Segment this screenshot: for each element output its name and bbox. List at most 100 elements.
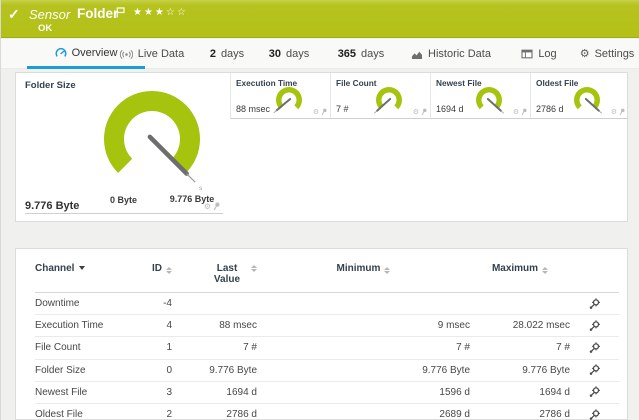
header-last-value[interactable]: Last Value xyxy=(172,263,257,285)
tab-live-data[interactable]: Live Data xyxy=(115,39,189,69)
panel-gear-icon[interactable]: ⚙ xyxy=(513,109,519,116)
folder-size-gauge-panel: Folder Size s 0 Byte 9.776 Byte 9.776 By… xyxy=(16,73,230,218)
sensor-status-text: OK xyxy=(38,23,53,34)
sensor-status-header: ✓ Sensor Folder ★★★☆☆ OK xyxy=(1,0,639,38)
gauge-icon xyxy=(55,47,67,59)
sensor-type-label: Sensor xyxy=(29,7,71,22)
channel-maximum: 9.776 Byte xyxy=(522,364,570,376)
panel-pin-icon[interactable] xyxy=(619,108,625,116)
sensor-title: Folder xyxy=(77,6,119,21)
gauge-title: Folder Size xyxy=(25,80,76,91)
folder-size-gauge xyxy=(104,90,200,183)
channel-last-value: 1694 d xyxy=(226,386,257,398)
channel-minimum: 1596 d xyxy=(439,386,470,398)
sort-desc-icon xyxy=(79,266,86,270)
channel-maximum: 28.022 msec xyxy=(512,320,570,332)
channel-table: Channel ID Last Value Minimum Maximum Do… xyxy=(35,257,619,420)
channel-name: File Count xyxy=(35,342,81,354)
channel-name: Execution Time xyxy=(35,320,104,332)
channel-name: Oldest File xyxy=(35,409,83,420)
panel-corner-icons[interactable]: ⚙ xyxy=(513,108,527,116)
gauge-value: 2786 d xyxy=(536,104,564,114)
gauge-value: 88 msec xyxy=(236,104,271,114)
channel-last-value: 88 msec xyxy=(219,320,257,332)
tab-label: Settings xyxy=(594,48,635,60)
tab-2-days[interactable]: 2 days xyxy=(204,39,250,69)
channel-minimum: 2689 d xyxy=(439,409,470,420)
tab-historic-data[interactable]: Historic Data xyxy=(407,39,495,69)
channel-settings-icon[interactable] xyxy=(589,342,601,354)
panel-pin-icon[interactable] xyxy=(521,108,527,116)
channel-table-card: Channel ID Last Value Minimum Maximum Do… xyxy=(15,248,628,420)
status-ok-check-icon: ✓ xyxy=(8,6,20,22)
channel-minimum: 7 # xyxy=(456,342,470,354)
table-row-file-count: File Count 1 7 # 7 # 7 # xyxy=(35,337,619,360)
tab-log[interactable]: Log xyxy=(515,39,563,69)
priority-flag-icon[interactable] xyxy=(116,5,125,23)
channel-name: Downtime xyxy=(35,298,80,310)
panel-corner-icons[interactable]: ⚙ xyxy=(611,108,625,116)
execution-time-gauge xyxy=(273,86,302,114)
panel-pin-icon[interactable] xyxy=(421,108,427,116)
priority-stars[interactable]: ★★★☆☆ xyxy=(133,7,188,18)
oldest-file-gauge-panel: Oldest File 2786 d ⚙ xyxy=(530,73,628,119)
tab-bar: Overview Live Data 2 days 30 days 365 da… xyxy=(1,39,639,69)
channel-last-value: 9.776 Byte xyxy=(209,364,257,376)
channel-id: 1 xyxy=(166,342,172,354)
tab-label: Live Data xyxy=(137,48,185,60)
channel-settings-icon[interactable] xyxy=(589,408,601,420)
log-icon xyxy=(521,49,533,59)
tab-number: 30 xyxy=(268,48,281,60)
tab-365-days[interactable]: 365 days xyxy=(332,39,390,69)
prtg-sensor-page: ✓ Sensor Folder ★★★☆☆ OK Overview Live D… xyxy=(0,0,639,420)
oldest-file-gauge xyxy=(574,86,603,114)
table-row-oldest-file: Oldest File 2 2786 d 2689 d 2786 d xyxy=(35,404,619,420)
channel-name: Folder Size xyxy=(35,364,86,376)
channel-id: 0 xyxy=(166,364,172,376)
execution-time-gauge-panel: Execution Time 88 msec ⚙ xyxy=(230,73,330,119)
gauge-needle-tip-marker: s xyxy=(199,185,203,192)
panel-gear-icon[interactable]: ⚙ xyxy=(611,109,617,116)
gear-icon: ⚙ xyxy=(579,47,590,60)
channel-minimum: 9.776 Byte xyxy=(422,364,470,376)
tab-number: 2 xyxy=(209,48,216,60)
panel-pin-icon[interactable] xyxy=(321,108,327,116)
channel-settings-icon[interactable] xyxy=(589,364,601,376)
tab-label: days xyxy=(361,48,385,60)
gauge-value: 1694 d xyxy=(436,104,464,114)
panel-gear-icon[interactable]: ⚙ xyxy=(413,109,419,116)
channel-id: -4 xyxy=(163,298,172,310)
channel-id: 2 xyxy=(166,409,172,420)
tab-30-days[interactable]: 30 days xyxy=(263,39,315,69)
tab-label: days xyxy=(220,48,245,60)
tab-number: 365 xyxy=(337,48,357,60)
channel-last-value: 7 # xyxy=(243,342,257,354)
channel-name: Newest File xyxy=(35,386,88,398)
table-row-folder-size: Folder Size 0 9.776 Byte 9.776 Byte 9.77… xyxy=(35,360,619,382)
header-id[interactable]: ID xyxy=(140,263,172,274)
panel-corner-icons[interactable]: ⚙ xyxy=(204,202,220,211)
panel-gear-icon[interactable]: ⚙ xyxy=(204,203,211,211)
file-count-gauge-panel: File Count 7 # ⚙ xyxy=(330,73,430,119)
header-channel[interactable]: Channel xyxy=(35,263,140,274)
channel-settings-icon[interactable] xyxy=(589,297,601,310)
panel-corner-icons[interactable]: ⚙ xyxy=(313,108,327,116)
channel-settings-icon[interactable] xyxy=(589,320,601,332)
channel-minimum: 9 msec xyxy=(437,320,470,332)
channel-table-header: Channel ID Last Value Minimum Maximum xyxy=(35,257,619,293)
folder-size-value: 9.776 Byte xyxy=(25,200,80,212)
panel-pin-icon[interactable] xyxy=(213,202,220,211)
table-row-downtime: Downtime -4 xyxy=(35,293,619,316)
sort-icon xyxy=(542,267,549,274)
tab-label: days xyxy=(286,48,310,60)
panel-corner-icons[interactable]: ⚙ xyxy=(413,108,427,116)
file-count-gauge xyxy=(373,86,402,114)
header-maximum[interactable]: Maximum xyxy=(470,263,570,274)
live-icon xyxy=(119,49,133,60)
panel-gear-icon[interactable]: ⚙ xyxy=(313,109,319,116)
channel-settings-icon[interactable] xyxy=(589,386,601,398)
header-minimum[interactable]: Minimum xyxy=(257,263,470,274)
tab-label: Overview xyxy=(71,46,118,59)
newest-file-gauge xyxy=(476,86,505,114)
tab-settings[interactable]: ⚙ Settings xyxy=(577,39,637,69)
